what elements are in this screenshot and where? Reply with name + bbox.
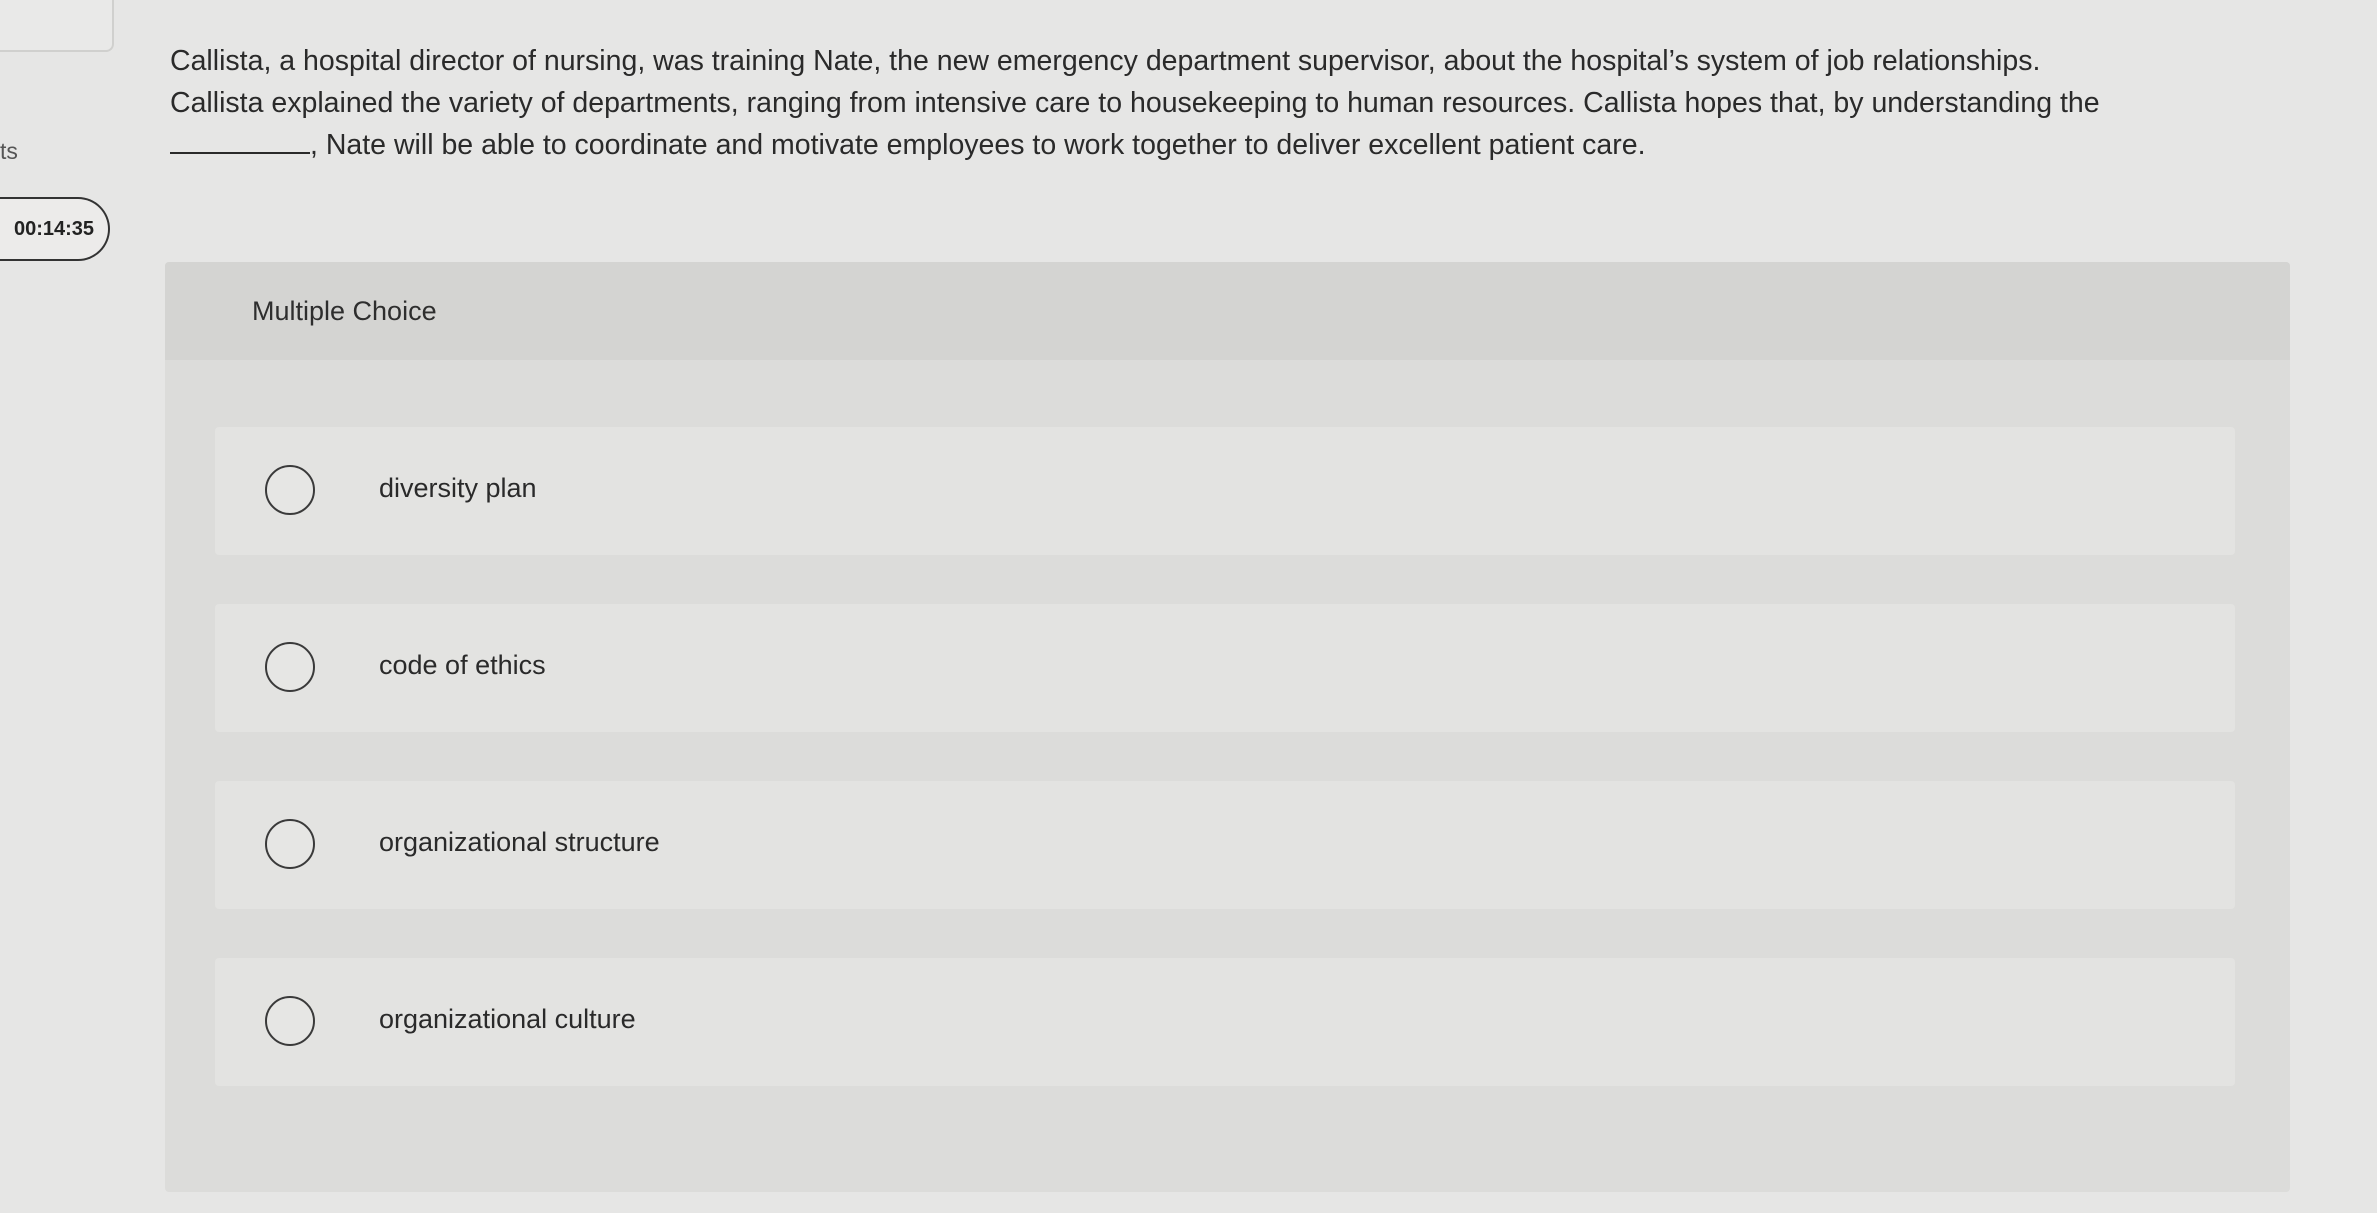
multiple-choice-panel: Multiple Choice diversity plan code of e…	[165, 262, 2290, 1192]
question-line-1: Callista, a hospital director of nursing…	[170, 45, 2041, 77]
answer-blank	[170, 128, 310, 154]
choice-label[interactable]: organizational culture	[379, 1004, 636, 1035]
choice-option-3[interactable]: organizational structure	[215, 781, 2235, 909]
choice-label[interactable]: organizational structure	[379, 827, 660, 858]
choice-option-4[interactable]: organizational culture	[215, 958, 2235, 1086]
panel-header: Multiple Choice	[165, 262, 2290, 360]
radio-button[interactable]	[265, 819, 315, 869]
question-text: Callista, a hospital director of nursing…	[170, 40, 2310, 166]
choice-label[interactable]: code of ethics	[379, 650, 546, 681]
timer-badge[interactable]: 00:14:35	[0, 197, 110, 261]
panel-title: Multiple Choice	[252, 296, 437, 326]
choice-option-1[interactable]: diversity plan	[215, 427, 2235, 555]
choice-option-2[interactable]: code of ethics	[215, 604, 2235, 732]
choice-label[interactable]: diversity plan	[379, 473, 537, 504]
radio-button[interactable]	[265, 642, 315, 692]
left-rail-tab[interactable]	[0, 0, 114, 52]
question-line-3: , Nate will be able to coordinate and mo…	[310, 129, 1646, 161]
question-line-2: Callista explained the variety of depart…	[170, 87, 2100, 119]
radio-button[interactable]	[265, 465, 315, 515]
radio-button[interactable]	[265, 996, 315, 1046]
left-rail-label: ts	[0, 138, 18, 164]
